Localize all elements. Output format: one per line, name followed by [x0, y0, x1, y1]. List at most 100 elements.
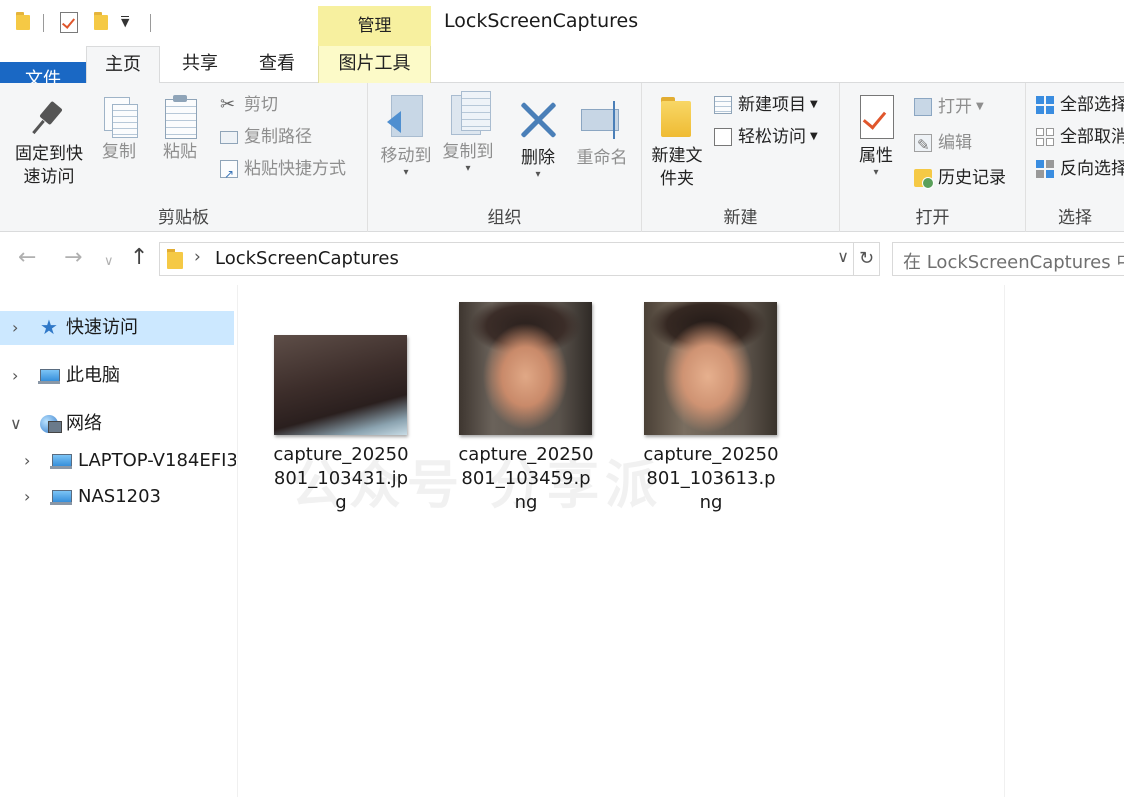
copy-path-icon: [220, 131, 238, 144]
address-path[interactable]: LockScreenCaptures: [215, 248, 399, 269]
new-group: 新建文件夹 新建项目 ▼ 轻松访问 ▼ 新建: [642, 83, 840, 232]
paste-shortcut-button[interactable]: 粘贴快捷方式: [220, 156, 346, 187]
file-item[interactable]: capture_20250801_103431.jpg: [256, 301, 426, 515]
delete-label: 删除: [521, 148, 555, 168]
tree-item-network[interactable]: ∨ 网络: [0, 407, 234, 441]
organize-group-label: 组织: [487, 208, 522, 228]
file-item[interactable]: capture_20250801_103613.png: [626, 301, 796, 515]
chevron-down-icon[interactable]: ∨: [10, 407, 22, 441]
select-none-icon: [1036, 128, 1054, 146]
select-group: 全部选择 全部取消 反向选择 选择: [1026, 83, 1124, 232]
invert-selection-icon: [1036, 160, 1054, 178]
organize-group: 移动到 ▾ 复制到 ▾ 删除 ▾ 重命名 组织: [368, 83, 642, 232]
search-placeholder: 在 LockScreenCaptures 中搜索: [903, 252, 1124, 273]
tree-item-laptop[interactable]: › LAPTOP-V184EFI3: [0, 444, 236, 478]
properties-icon: [856, 95, 896, 141]
chevron-down-icon: ▾: [403, 167, 409, 178]
rename-button[interactable]: 重命名: [570, 97, 634, 170]
pin-to-quick-access-button[interactable]: 固定到快速访问: [8, 99, 90, 189]
pin-label: 固定到快速访问: [15, 144, 83, 187]
file-list: 公众号 分享派 capture_20250801_103431.jpg capt…: [239, 285, 1005, 797]
thumbnail: [644, 301, 778, 435]
new-folder-label: 新建文件夹: [651, 146, 703, 189]
cut-button[interactable]: 剪切: [220, 92, 278, 118]
select-all-button[interactable]: 全部选择: [1036, 92, 1124, 118]
move-to-icon: [383, 95, 429, 141]
properties-check-icon[interactable]: [60, 12, 78, 33]
select-all-icon: [1036, 96, 1054, 114]
open-group-label: 打开: [915, 208, 950, 228]
navigation-bar: ← → ∨ ↑ › LockScreenCaptures ∨ ↻ 在 LockS…: [0, 233, 1124, 285]
easy-access-button[interactable]: 轻松访问 ▼: [714, 124, 818, 150]
tab-view[interactable]: 查看: [241, 46, 313, 83]
qat-dropdown-icon[interactable]: ▼: [121, 16, 130, 29]
new-folder-button[interactable]: 新建文件夹: [646, 95, 708, 191]
select-all-label: 全部选择: [1060, 95, 1124, 115]
window-title: LockScreenCaptures: [444, 10, 639, 32]
recent-locations-chevron-icon[interactable]: ∨: [104, 249, 114, 275]
separator: [150, 14, 151, 32]
thumbnail: [459, 301, 593, 435]
tab-share[interactable]: 共享: [164, 46, 236, 83]
refresh-icon[interactable]: ↻: [853, 243, 879, 275]
move-to-button[interactable]: 移动到 ▾: [374, 95, 438, 178]
chevron-down-icon[interactable]: ∨: [837, 247, 849, 266]
new-item-button[interactable]: 新建项目 ▼: [714, 92, 818, 118]
image-thumbnail: [459, 302, 592, 435]
tree-item-quick-access[interactable]: › 快速访问: [0, 310, 234, 345]
open-button[interactable]: 打开 ▼: [914, 94, 984, 120]
edit-label: 编辑: [938, 133, 972, 153]
pin-icon: [29, 99, 69, 139]
tree-label: 快速访问: [66, 317, 138, 338]
clipboard-group-label: 剪贴板: [158, 208, 209, 228]
thumbnail: [274, 301, 408, 435]
tree-label: 网络: [66, 413, 102, 434]
chevron-right-icon[interactable]: ›: [24, 444, 30, 478]
tab-home[interactable]: 主页: [86, 46, 160, 84]
rename-label: 重命名: [576, 148, 628, 168]
move-to-label: 移动到: [380, 146, 432, 166]
tree-item-this-pc[interactable]: › 此电脑: [0, 359, 234, 393]
chevron-down-icon: ▾: [535, 169, 541, 180]
search-input[interactable]: 在 LockScreenCaptures 中搜索: [892, 242, 1124, 276]
properties-label: 属性: [859, 146, 893, 166]
back-arrow-icon[interactable]: ←: [18, 245, 36, 271]
chevron-right-icon[interactable]: ›: [12, 311, 18, 345]
file-name: capture_20250801_103459.png: [458, 444, 594, 513]
copy-to-label: 复制到: [442, 142, 494, 162]
copy-to-icon: [445, 91, 491, 137]
up-arrow-icon[interactable]: ↑: [130, 245, 148, 271]
select-none-button[interactable]: 全部取消: [1036, 124, 1124, 150]
tree-item-nas[interactable]: › NAS1203: [0, 480, 234, 514]
chevron-right-icon[interactable]: ›: [24, 480, 30, 514]
new-folder-qat-icon[interactable]: [94, 12, 108, 30]
paste-button[interactable]: 粘贴: [155, 95, 205, 164]
manage-context-tab[interactable]: 管理: [318, 6, 431, 46]
image-thumbnail: [274, 335, 407, 435]
properties-button[interactable]: 属性 ▾: [850, 95, 902, 178]
copy-button[interactable]: 复制: [94, 95, 144, 164]
delete-button[interactable]: 删除 ▾: [512, 97, 564, 180]
invert-selection-button[interactable]: 反向选择: [1036, 156, 1124, 182]
select-group-label: 选择: [1058, 208, 1092, 228]
chevron-right-icon[interactable]: ›: [194, 247, 201, 267]
copy-path-button[interactable]: 复制路径: [220, 124, 312, 150]
chevron-right-icon[interactable]: ›: [12, 359, 18, 393]
chevron-down-icon: ▼: [810, 99, 818, 110]
computer-icon: [50, 488, 72, 506]
file-item[interactable]: capture_20250801_103459.png: [441, 301, 611, 515]
tree-label: LAPTOP-V184EFI3: [78, 450, 236, 471]
forward-arrow-icon[interactable]: →: [64, 245, 82, 271]
copy-path-label: 复制路径: [244, 127, 312, 147]
clipboard-group: 固定到快速访问 复制 粘贴 剪切 复制路径 粘贴快捷方式 剪贴板: [0, 83, 368, 232]
ribbon: 固定到快速访问 复制 粘贴 剪切 复制路径 粘贴快捷方式 剪贴板 移动到 ▾: [0, 83, 1124, 232]
history-button[interactable]: 历史记录: [914, 165, 1006, 191]
select-none-label: 全部取消: [1060, 127, 1124, 147]
copy-to-button[interactable]: 复制到 ▾: [436, 91, 500, 174]
address-bar[interactable]: › LockScreenCaptures ∨ ↻: [159, 242, 880, 276]
paste-shortcut-icon: [220, 160, 238, 187]
chevron-down-icon: ▾: [465, 163, 471, 174]
tab-picture-tools[interactable]: 图片工具: [318, 46, 431, 83]
edit-button[interactable]: 编辑: [914, 130, 972, 158]
image-thumbnail: [644, 302, 777, 435]
